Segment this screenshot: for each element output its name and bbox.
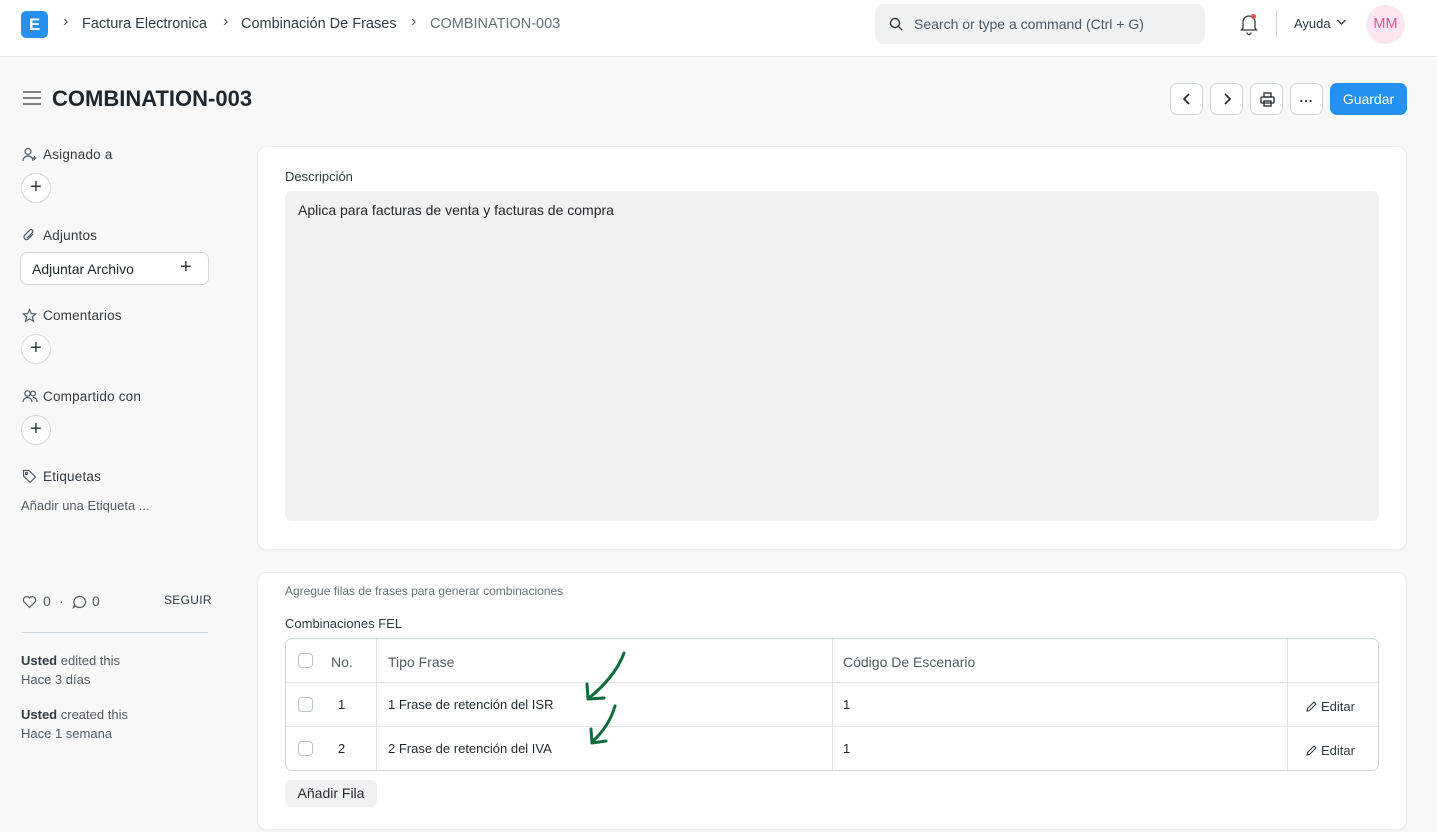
activity-item: Usted edited this — [21, 653, 120, 668]
more-actions-button[interactable]: ... — [1290, 83, 1323, 115]
activity-time: Hace 3 días — [21, 672, 91, 687]
print-button[interactable] — [1250, 83, 1283, 115]
chevron-right-icon: › — [63, 13, 69, 30]
edit-row-button[interactable]: Editar — [1306, 699, 1355, 714]
annotation-arrow — [587, 651, 626, 700]
navbar: E › Factura Electronica › Combinación De… — [0, 0, 1437, 57]
likes-count: 0 — [43, 593, 51, 609]
column-divider — [1287, 639, 1288, 770]
add-tag-link[interactable]: Añadir una Etiqueta ... — [21, 498, 150, 513]
users-icon — [22, 390, 38, 403]
chevron-down-icon[interactable] — [1336, 18, 1347, 26]
add-comment-button[interactable]: + — [21, 334, 51, 364]
chevron-left-icon — [1182, 93, 1190, 105]
codigo-escenario-cell[interactable]: 1 — [843, 741, 850, 756]
annotation-arrow — [590, 704, 617, 744]
chevron-right-icon: › — [411, 13, 417, 30]
tag-icon — [22, 469, 37, 484]
next-doc-button[interactable] — [1210, 83, 1243, 115]
activity-user: Usted — [21, 707, 58, 722]
heart-icon[interactable] — [22, 595, 37, 609]
tipo-frase-cell[interactable]: 2 Frase de retención del IVA — [388, 741, 552, 756]
search-placeholder: Search or type a command (Ctrl + G) — [914, 16, 1144, 32]
comment-bubble-icon[interactable] — [72, 595, 87, 609]
breadcrumb-combinacion-de-frases[interactable]: Combinación De Frases — [241, 16, 397, 32]
sidebar-divider — [21, 632, 208, 633]
previous-doc-button[interactable] — [1170, 83, 1203, 115]
plus-icon: + — [180, 256, 192, 278]
activity-time: Hace 1 semana — [21, 726, 113, 741]
comments-count: 0 — [92, 593, 100, 609]
add-assignee-button[interactable]: + — [21, 173, 51, 203]
description-label: Descripción — [285, 169, 353, 184]
assigned-to-label: Asignado a — [43, 147, 113, 162]
combinations-table-label: Combinaciones FEL — [285, 616, 403, 631]
column-header-no: No. — [331, 654, 353, 670]
chevron-right-icon: › — [223, 13, 229, 30]
help-menu[interactable]: Ayuda — [1294, 16, 1331, 31]
activity-item: Usted created this — [21, 707, 128, 722]
attach-file-button[interactable]: Adjuntar Archivo + — [20, 252, 209, 285]
more-icon: ... — [1299, 90, 1314, 105]
page-title: COMBINATION-003 — [52, 86, 253, 111]
activity-action: created this — [60, 707, 128, 722]
row-checkbox[interactable] — [298, 741, 313, 756]
row-number: 1 — [338, 697, 346, 712]
column-header-codigo-escenario: Código De Escenario — [843, 654, 976, 670]
combinations-help-text: Agregue filas de frases para generar com… — [285, 584, 564, 598]
row-number: 2 — [338, 741, 346, 756]
combinations-table: No. Tipo Frase Código De Escenario 1 1 F… — [285, 638, 1379, 771]
description-field[interactable]: Aplica para facturas de venta y facturas… — [285, 191, 1379, 521]
breadcrumb-factura-electronica[interactable]: Factura Electronica — [82, 16, 207, 32]
printer-icon — [1260, 92, 1275, 107]
user-plus-icon — [22, 147, 37, 162]
search-icon — [889, 17, 903, 31]
tipo-frase-cell[interactable]: 1 Frase de retención del ISR — [388, 697, 553, 712]
star-icon — [22, 308, 37, 323]
pencil-icon — [1306, 701, 1317, 712]
follow-button[interactable]: SEGUIR — [164, 593, 212, 607]
notification-bell-icon[interactable] — [1238, 12, 1260, 36]
column-header-tipo-frase: Tipo Frase — [388, 654, 455, 670]
edit-label: Editar — [1321, 699, 1355, 714]
avatar[interactable]: MM — [1366, 5, 1405, 44]
separator-dot: · — [59, 593, 64, 609]
select-all-checkbox[interactable] — [298, 653, 313, 668]
search-input[interactable]: Search or type a command (Ctrl + G) — [875, 4, 1205, 44]
codigo-escenario-cell[interactable]: 1 — [843, 697, 850, 712]
chevron-right-icon — [1224, 93, 1232, 105]
shared-with-label: Compartido con — [43, 389, 142, 404]
column-divider — [376, 639, 377, 770]
activity-user: Usted — [21, 653, 58, 668]
app-logo[interactable]: E — [21, 11, 48, 38]
activity-action: edited this — [60, 653, 121, 668]
notification-dot — [1251, 14, 1256, 19]
add-row-button[interactable]: Añadir Fila — [285, 780, 377, 807]
save-button[interactable]: Guardar — [1330, 83, 1407, 115]
sidebar-toggle-icon[interactable] — [23, 90, 41, 106]
pencil-icon — [1306, 745, 1317, 756]
paperclip-icon — [23, 229, 34, 241]
edit-row-button[interactable]: Editar — [1306, 743, 1355, 758]
tags-label: Etiquetas — [43, 469, 102, 484]
description-value: Aplica para facturas de venta y facturas… — [298, 202, 614, 218]
add-share-button[interactable]: + — [21, 415, 51, 445]
column-divider — [832, 639, 833, 770]
annotation-arrows — [585, 651, 626, 745]
comments-label: Comentarios — [43, 308, 122, 323]
edit-label: Editar — [1321, 743, 1355, 758]
attachments-label: Adjuntos — [43, 228, 98, 243]
row-checkbox[interactable] — [298, 697, 313, 712]
attach-file-label: Adjuntar Archivo — [32, 261, 134, 277]
breadcrumb-current[interactable]: COMBINATION-003 — [430, 16, 560, 32]
navbar-divider — [1276, 10, 1277, 37]
